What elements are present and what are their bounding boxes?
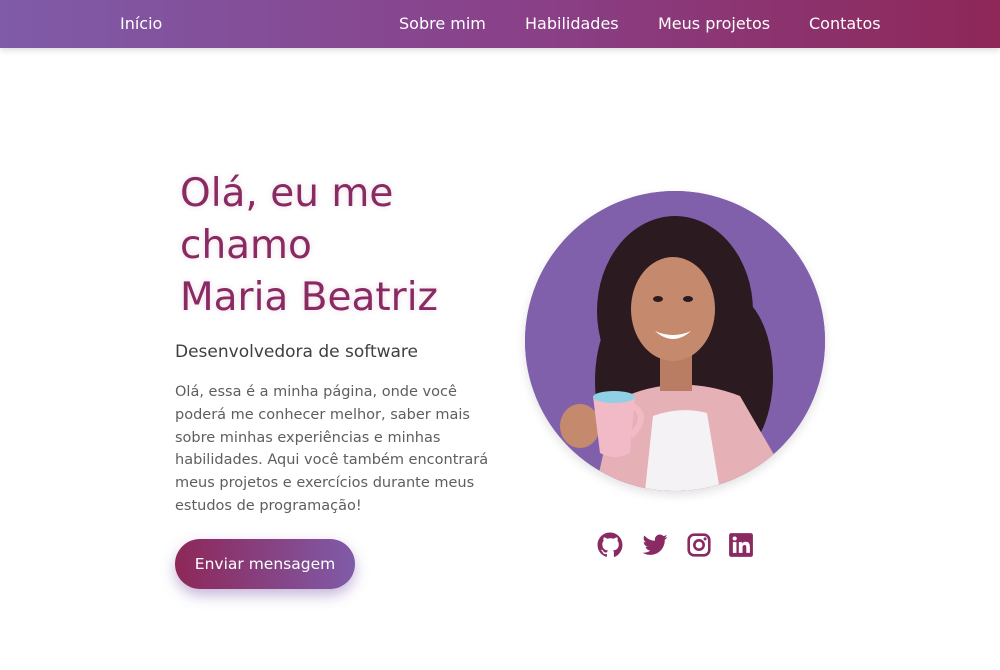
send-message-button[interactable]: Enviar mensagem — [175, 539, 355, 589]
nav-contacts-link[interactable]: Contatos — [809, 14, 881, 33]
nav-about-link[interactable]: Sobre mim — [399, 14, 486, 33]
nav-home-link[interactable]: Início — [120, 14, 162, 33]
profile-illustration — [525, 191, 825, 491]
github-icon[interactable] — [597, 532, 623, 558]
nav-projects-link[interactable]: Meus projetos — [658, 14, 770, 33]
nav-skills-link[interactable]: Habilidades — [525, 14, 619, 33]
instagram-icon[interactable] — [686, 532, 712, 558]
hero-title-line-1: Olá, eu me — [180, 171, 394, 216]
hero-description: Olá, essa é a minha página, onde você po… — [175, 384, 489, 514]
hero-title-line-2: chamo — [180, 223, 312, 268]
hero-title: Olá, eu me chamo Maria Beatriz — [180, 168, 510, 324]
profile-photo — [525, 191, 825, 491]
hero-subtitle: Desenvolvedora de software — [175, 342, 419, 362]
linkedin-icon[interactable] — [728, 532, 754, 558]
twitter-icon[interactable] — [642, 532, 668, 558]
hero-title-name: Maria Beatriz — [180, 275, 438, 320]
top-navbar: Início Sobre mim Habilidades Meus projet… — [0, 0, 1000, 48]
